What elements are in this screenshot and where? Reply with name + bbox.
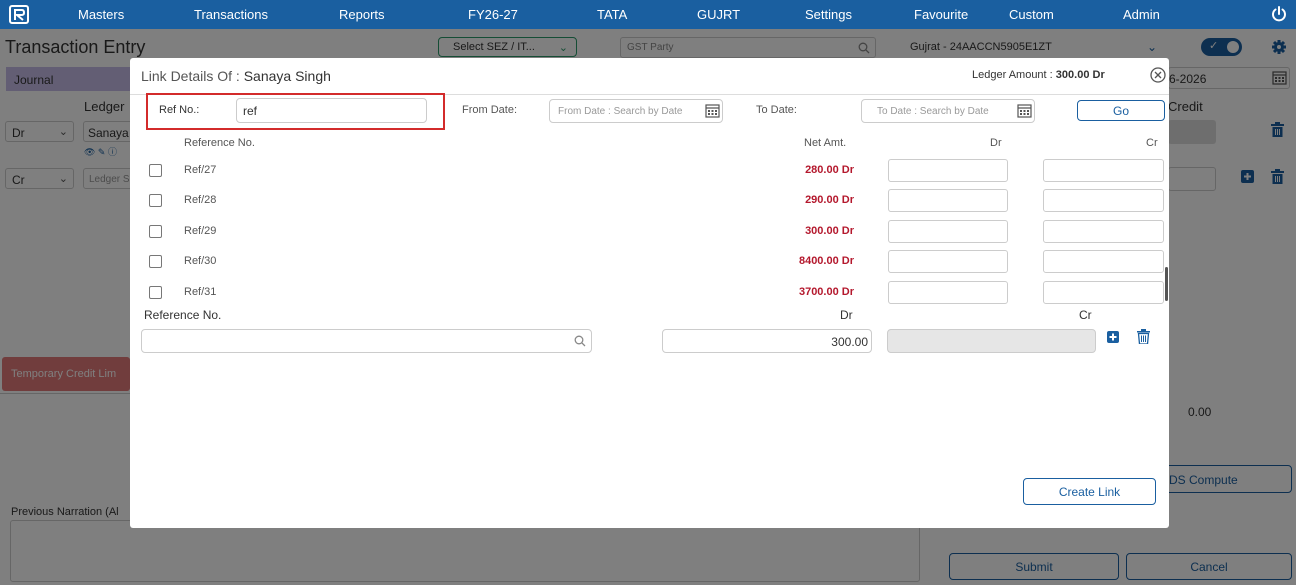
dr-amount-input[interactable] bbox=[888, 159, 1008, 182]
power-icon[interactable] bbox=[1270, 5, 1288, 23]
nav-custom[interactable]: Custom bbox=[1009, 7, 1054, 22]
reference-cell: Ref/28 bbox=[184, 194, 217, 206]
modal-title-prefix: Link Details Of : bbox=[141, 68, 240, 84]
nav-branch[interactable]: GUJRT bbox=[697, 7, 740, 22]
nav-settings[interactable]: Settings bbox=[805, 7, 852, 22]
ref-no-label: Ref No.: bbox=[159, 104, 200, 116]
go-button[interactable]: Go bbox=[1077, 100, 1165, 121]
net-amount-cell: 8400.00 Dr bbox=[798, 255, 854, 267]
top-navbar: Masters Transactions Reports FY26-27 TAT… bbox=[0, 0, 1296, 29]
cr-amount-input[interactable] bbox=[1043, 189, 1164, 212]
nav-masters[interactable]: Masters bbox=[78, 7, 124, 22]
to-date-input[interactable]: To Date : Search by Date bbox=[861, 99, 1035, 123]
net-amount-cell: 280.00 Dr bbox=[805, 164, 854, 176]
dr-amount-input[interactable] bbox=[888, 250, 1008, 273]
row-checkbox[interactable] bbox=[149, 194, 162, 207]
row-checkbox[interactable] bbox=[149, 225, 162, 238]
nav-favourite[interactable]: Favourite bbox=[914, 7, 968, 22]
dr-amount-input[interactable] bbox=[888, 189, 1008, 212]
ledger-amount: Ledger Amount : 300.00 Dr bbox=[972, 69, 1105, 81]
nav-financial-year[interactable]: FY26-27 bbox=[468, 7, 518, 22]
search-icon bbox=[574, 335, 586, 347]
nav-reports[interactable]: Reports bbox=[339, 7, 385, 22]
table-row: Ref/30 8400.00 Dr bbox=[130, 249, 1169, 279]
ledger-amount-value: 300.00 Dr bbox=[1055, 69, 1105, 81]
dr-amount-input[interactable] bbox=[888, 281, 1008, 304]
nav-transactions[interactable]: Transactions bbox=[194, 7, 268, 22]
link-details-modal: Link Details Of : Sanaya Singh Ledger Am… bbox=[130, 58, 1169, 528]
to-date-placeholder: To Date : Search by Date bbox=[877, 106, 989, 117]
entry-reference-label: Reference No. bbox=[144, 308, 222, 322]
from-date-placeholder: From Date : Search by Date bbox=[558, 106, 683, 117]
net-amount-cell: 290.00 Dr bbox=[805, 194, 854, 206]
ledger-amount-label: Ledger Amount : bbox=[972, 69, 1053, 81]
reference-search-input[interactable] bbox=[141, 329, 592, 353]
reference-cell: Ref/31 bbox=[184, 286, 217, 298]
modal-title-name: Sanaya Singh bbox=[243, 68, 331, 84]
cr-amount-input[interactable] bbox=[1043, 220, 1164, 243]
net-amount-cell: 3700.00 Dr bbox=[798, 286, 854, 298]
app-logo-icon[interactable] bbox=[9, 5, 29, 24]
dr-column-header: Dr bbox=[990, 137, 1002, 149]
cr-amount-input[interactable] bbox=[1043, 281, 1164, 304]
cr-amount-input[interactable] bbox=[1043, 250, 1164, 273]
trash-icon[interactable] bbox=[1137, 329, 1150, 344]
reference-cell: Ref/29 bbox=[184, 225, 217, 237]
entry-dr-label: Dr bbox=[840, 308, 853, 322]
reference-cell: Ref/30 bbox=[184, 255, 217, 267]
from-date-input[interactable]: From Date : Search by Date bbox=[549, 99, 723, 123]
dr-amount-input[interactable] bbox=[888, 220, 1008, 243]
table-row: Ref/31 3700.00 Dr bbox=[130, 280, 1169, 310]
to-date-label: To Date: bbox=[756, 104, 797, 116]
nav-company[interactable]: TATA bbox=[597, 7, 627, 22]
cr-column-header: Cr bbox=[1146, 137, 1158, 149]
net-amount-cell: 300.00 Dr bbox=[805, 225, 854, 237]
reference-column-header: Reference No. bbox=[184, 137, 255, 149]
nav-admin[interactable]: Admin bbox=[1123, 7, 1160, 22]
cr-amount-input[interactable] bbox=[1043, 159, 1164, 182]
table-scrollbar[interactable] bbox=[1165, 267, 1168, 301]
add-row-icon[interactable] bbox=[1107, 331, 1119, 343]
from-date-label: From Date: bbox=[462, 104, 518, 116]
table-row: Ref/29 300.00 Dr bbox=[130, 219, 1169, 249]
calendar-icon[interactable] bbox=[1017, 103, 1032, 118]
row-checkbox[interactable] bbox=[149, 164, 162, 177]
reference-cell: Ref/27 bbox=[184, 164, 217, 176]
create-link-button[interactable]: Create Link bbox=[1023, 478, 1156, 505]
table-row: Ref/27 280.00 Dr bbox=[130, 158, 1169, 188]
row-checkbox[interactable] bbox=[149, 255, 162, 268]
close-icon[interactable] bbox=[1150, 67, 1166, 83]
table-row: Ref/28 290.00 Dr bbox=[130, 188, 1169, 218]
calendar-icon[interactable] bbox=[705, 103, 720, 118]
entry-cr-input bbox=[887, 329, 1096, 353]
entry-cr-label: Cr bbox=[1079, 308, 1092, 322]
modal-title: Link Details Of : Sanaya Singh bbox=[141, 68, 331, 84]
entry-dr-input[interactable]: 300.00 bbox=[662, 329, 872, 353]
ref-no-input[interactable]: ref bbox=[236, 98, 427, 123]
row-checkbox[interactable] bbox=[149, 286, 162, 299]
net-amt-column-header: Net Amt. bbox=[804, 137, 847, 149]
